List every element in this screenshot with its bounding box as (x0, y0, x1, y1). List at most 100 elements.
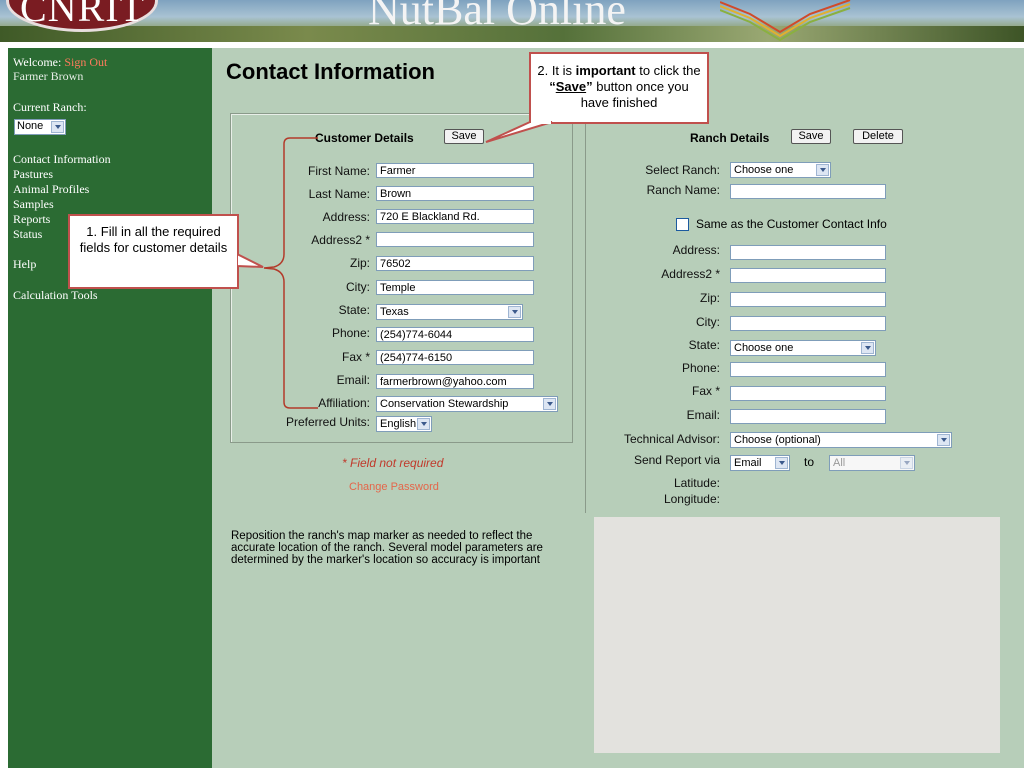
longitude-label: Longitude: (663, 492, 720, 506)
technical-advisor-select[interactable]: Choose (optional) (730, 432, 952, 448)
ranch-delete-button[interactable]: Delete (853, 129, 903, 144)
chevron-down-icon (861, 342, 874, 354)
ranch-name-label: Ranch Name: (646, 183, 720, 197)
ranch-address-input[interactable] (730, 245, 886, 260)
ranch-fax-input[interactable] (730, 386, 886, 401)
to-label: to (804, 455, 815, 469)
state-select-value: Texas (380, 306, 409, 318)
chevron-down-icon (775, 457, 788, 469)
address-input[interactable]: 720 E Blackland Rd. (376, 209, 534, 224)
change-password-link[interactable]: Change Password (349, 481, 439, 493)
preferred-units-value: English (380, 418, 417, 430)
first-name-input[interactable]: Farmer (376, 163, 534, 178)
technical-advisor-value: Choose (optional) (734, 434, 821, 446)
sidebar-item-animal-profiles[interactable]: Animal Profiles (13, 182, 89, 197)
select-ranch-value: Choose one (734, 164, 794, 176)
customer-save-button[interactable]: Save (444, 129, 484, 144)
ranch-name-input[interactable] (730, 184, 886, 199)
reposition-instructions: Reposition the ranch's map marker as nee… (231, 530, 543, 566)
send-report-to-value: All (833, 457, 846, 469)
chevron-down-icon (417, 418, 430, 430)
chevron-down-icon (508, 306, 521, 318)
current-ranch-value: None (17, 120, 44, 132)
sign-out-link[interactable]: Sign Out (64, 55, 107, 69)
chevron-down-icon (51, 121, 64, 133)
affiliation-select-value: Conservation Stewardship (380, 398, 509, 410)
ranch-zip-input[interactable] (730, 292, 886, 307)
fill-in-callout-pointer (237, 252, 264, 268)
ranch-address2-label: Address2 * (661, 267, 720, 281)
send-report-label: Send Report via (633, 453, 720, 467)
ranch-city-label: City: (696, 315, 720, 329)
chevron-down-icon (543, 398, 556, 410)
ranch-email-label: Email: (686, 408, 720, 422)
ranch-zip-label: Zip: (699, 291, 720, 305)
chevron-down-icon (816, 164, 829, 176)
ranch-phone-input[interactable] (730, 362, 886, 377)
fill-in-callout-text: 1. Fill in all the required fields for c… (79, 224, 228, 255)
welcome-line: Welcome: Sign Out (13, 55, 107, 70)
current-ranch-label: Current Ranch: (13, 100, 87, 114)
email-input[interactable]: farmerbrown@yahoo.com (376, 374, 534, 389)
app-title: NutBal Online (368, 0, 626, 34)
sidebar: Welcome: Sign Out Farmer Brown Current R… (8, 48, 212, 768)
city-input[interactable]: Temple (376, 280, 534, 295)
save-callout-save-word: Save (555, 79, 587, 94)
send-report-value: Email (734, 457, 762, 469)
latitude-label: Latitude: (673, 476, 720, 490)
send-report-to-select[interactable]: All (829, 455, 915, 471)
address2-input[interactable] (376, 232, 534, 247)
sidebar-item-reports[interactable]: Reports (13, 212, 50, 227)
zip-input[interactable]: 76502 (376, 256, 534, 271)
current-ranch-select[interactable]: None (14, 119, 66, 135)
preferred-units-select[interactable]: English (376, 416, 432, 432)
banner-graph-lines (720, 0, 851, 42)
ranch-phone-label: Phone: (681, 361, 720, 375)
chevron-down-icon (937, 434, 950, 446)
sidebar-item-calculation-tools[interactable]: Calculation Tools (13, 288, 98, 303)
ranch-city-input[interactable] (730, 316, 886, 331)
state-select[interactable]: Texas (376, 304, 523, 320)
affiliation-select[interactable]: Conservation Stewardship (376, 396, 558, 412)
select-ranch-label: Select Ranch: (645, 163, 720, 177)
sidebar-item-samples[interactable]: Samples (13, 197, 54, 212)
save-callout-pre: 2. It is (537, 63, 576, 78)
field-not-required-note: * Field not required (342, 456, 444, 470)
ranch-save-button[interactable]: Save (791, 129, 831, 144)
ranch-details-title: Ranch Details (690, 131, 770, 145)
ranch-state-select[interactable]: Choose one (730, 340, 876, 356)
save-callout-important: important (575, 63, 636, 78)
customer-fields-bracket (263, 137, 318, 409)
fax-input[interactable]: (254)774-6150 (376, 350, 534, 365)
welcome-label: Welcome: (13, 55, 62, 69)
sidebar-item-status[interactable]: Status (13, 227, 42, 242)
chevron-down-icon (900, 457, 913, 469)
ranch-state-label: State: (688, 338, 720, 352)
ranch-state-value: Choose one (734, 342, 794, 354)
sidebar-item-pastures[interactable]: Pastures (13, 167, 53, 182)
user-name: Farmer Brown (13, 69, 84, 83)
fill-in-callout: 1. Fill in all the required fields for c… (68, 214, 239, 289)
same-as-customer-label: Same as the Customer Contact Info (696, 217, 887, 231)
sidebar-item-help[interactable]: Help (13, 257, 36, 272)
select-ranch-select[interactable]: Choose one (730, 162, 831, 178)
phone-input[interactable]: (254)774-6044 (376, 327, 534, 342)
header-banner: CNRIT NutBal Online (0, 0, 1024, 42)
page-title: Contact Information (226, 59, 435, 84)
send-report-select[interactable]: Email (730, 455, 790, 471)
ranch-address-label: Address: (672, 243, 720, 257)
last-name-input[interactable]: Brown (376, 186, 534, 201)
ranch-address2-input[interactable] (730, 268, 886, 283)
ranch-email-input[interactable] (730, 409, 886, 424)
save-callout-mid: to click the (635, 63, 701, 78)
same-as-customer-checkbox[interactable] (676, 218, 689, 231)
sidebar-item-contact-information[interactable]: Contact Information (13, 152, 111, 167)
save-callout-post: button once you have finished (580, 79, 689, 110)
ranch-fax-label: Fax * (691, 384, 720, 398)
customer-details-title: Customer Details (315, 131, 414, 145)
save-callout-pointer (485, 119, 553, 143)
technical-advisor-label: Technical Advisor: (623, 432, 720, 446)
ranch-map[interactable] (594, 517, 1000, 753)
preferred-units-label: Preferred Units: (285, 415, 370, 429)
logo-text[interactable]: CNRIT (20, 0, 145, 31)
